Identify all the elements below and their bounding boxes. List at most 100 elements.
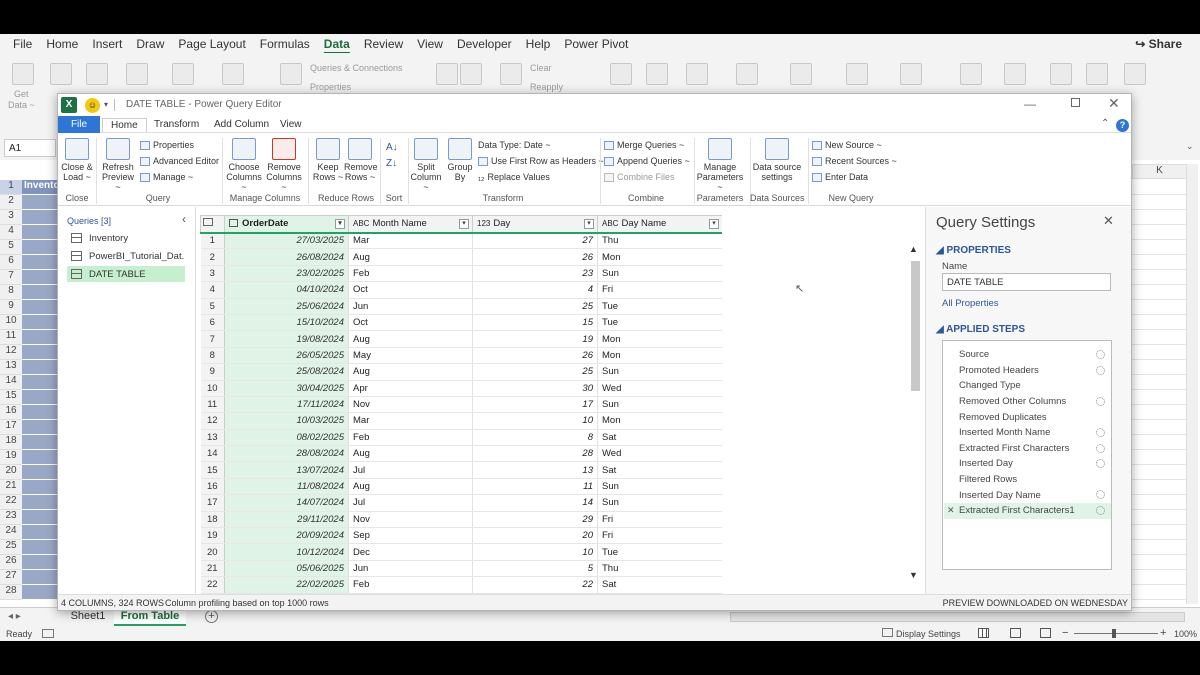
excel-menu-power-pivot[interactable]: Power Pivot	[557, 37, 635, 51]
order-date-cell[interactable]: 30/04/2025	[224, 380, 349, 397]
month-name-cell[interactable]: Sep	[348, 527, 473, 545]
table-row[interactable]: 10 30/04/2025 Apr 30 Wed	[200, 380, 722, 397]
page-break-view-icon[interactable]	[1040, 628, 1051, 638]
filter-dropdown-icon[interactable]: ▾	[584, 219, 594, 229]
table-row[interactable]: 18 29/11/2024 Nov 29 Fri	[200, 511, 722, 529]
zoom-out-icon[interactable]: −	[1062, 627, 1068, 639]
day-name-cell[interactable]: Fri	[597, 511, 722, 529]
append-queries-button[interactable]: Append Queries ~	[604, 156, 690, 166]
excel-cell-column-a[interactable]	[22, 210, 58, 225]
choose-columns-button[interactable]: Choose Columns ~	[224, 138, 264, 192]
order-date-cell[interactable]: 20/09/2024	[224, 527, 349, 545]
gear-icon[interactable]	[1096, 459, 1105, 469]
day-cell[interactable]: 30	[472, 380, 598, 397]
new-source-button[interactable]: New Source ~	[812, 140, 882, 150]
enter-data-button[interactable]: Enter Data	[812, 172, 868, 182]
excel-row-number[interactable]: 28	[0, 585, 22, 600]
delete-step-icon[interactable]: ✕	[947, 505, 955, 516]
collapse-ribbon-icon[interactable]: ⌃	[1101, 118, 1109, 129]
filter-icon[interactable]	[500, 63, 522, 85]
table-row[interactable]: 11 17/11/2024 Nov 17 Sun	[200, 396, 722, 414]
day-name-cell[interactable]: Fri	[597, 281, 722, 299]
excel-menu-formulas[interactable]: Formulas	[253, 37, 317, 51]
month-name-cell[interactable]: Mar	[348, 231, 473, 250]
day-cell[interactable]: 13	[472, 461, 598, 479]
month-name-cell[interactable]: Jul	[348, 461, 473, 479]
share-button[interactable]: ↪ Share	[1135, 37, 1182, 51]
excel-menu-help[interactable]: Help	[519, 37, 558, 51]
tab-view[interactable]: View	[272, 118, 310, 131]
order-date-cell[interactable]: 28/08/2024	[224, 445, 349, 463]
month-name-cell[interactable]: Aug	[348, 330, 473, 348]
order-date-cell[interactable]: 10/03/2025	[224, 412, 349, 430]
close-settings-icon[interactable]: ✕	[1103, 213, 1114, 229]
gear-icon[interactable]	[1096, 396, 1105, 406]
month-name-cell[interactable]: Mar	[348, 412, 473, 430]
remove-columns-button[interactable]: Remove Columns ~	[264, 138, 304, 192]
row-number[interactable]: 11	[200, 396, 225, 414]
month-name-cell[interactable]: Aug	[348, 363, 473, 381]
recent-sources-button[interactable]: Recent Sources ~	[812, 156, 897, 166]
advanced-editor-button[interactable]: Advanced Editor	[140, 156, 219, 166]
day-name-cell[interactable]: Thu	[597, 231, 722, 250]
sheet-nav-icon[interactable]: ◂ ▸	[8, 611, 21, 622]
applied-step[interactable]: Promoted Headers	[944, 363, 1111, 379]
excel-row-number[interactable]: 10	[0, 315, 22, 330]
table-row[interactable]: 16 11/08/2024 Aug 11 Sun	[200, 478, 722, 496]
page-layout-view-icon[interactable]	[1010, 628, 1021, 638]
excel-cell-column-a[interactable]	[22, 435, 58, 450]
remove-rows-button[interactable]: Remove Rows ~	[344, 138, 378, 182]
excel-row-number[interactable]: 13	[0, 360, 22, 375]
excel-menu-view[interactable]: View	[410, 37, 450, 51]
day-cell[interactable]: 14	[472, 494, 598, 512]
month-name-cell[interactable]: Nov	[348, 511, 473, 529]
excel-row-number[interactable]: 21	[0, 480, 22, 495]
month-name-cell[interactable]: Dec	[348, 543, 473, 561]
day-name-cell[interactable]: Mon	[597, 412, 722, 430]
excel-row-number[interactable]: 26	[0, 555, 22, 570]
order-date-cell[interactable]: 19/08/2024	[224, 330, 349, 348]
order-date-cell[interactable]: 26/05/2025	[224, 347, 349, 365]
day-name-cell[interactable]: Sat	[597, 576, 722, 594]
table-row[interactable]: 20 10/12/2024 Dec 10 Tue	[200, 543, 722, 561]
excel-cell-column-a[interactable]	[22, 330, 58, 345]
row-number[interactable]: 5	[200, 298, 225, 315]
order-date-cell[interactable]: 11/08/2024	[224, 478, 349, 496]
excel-cell-column-a[interactable]	[22, 465, 58, 480]
manage-button[interactable]: Manage ~	[140, 172, 193, 182]
excel-row-number[interactable]: 2	[0, 195, 22, 210]
excel-row-number[interactable]: 18	[0, 435, 22, 450]
table-row[interactable]: 5 25/06/2024 Jun 25 Tue	[200, 298, 722, 315]
excel-cell-column-a[interactable]	[22, 585, 58, 600]
sort-ascending-icon[interactable]: A↓	[386, 140, 398, 155]
row-number[interactable]: 3	[200, 265, 225, 283]
properties-ghost-label[interactable]: Properties	[310, 82, 351, 92]
refresh-preview-button[interactable]: Refresh Preview ~	[100, 138, 136, 192]
excel-cell-column-a[interactable]	[22, 495, 58, 510]
excel-horizontal-scrollbar[interactable]	[730, 612, 1185, 622]
applied-step[interactable]: Changed Type	[944, 378, 1111, 394]
excel-cell-column-a[interactable]	[22, 510, 58, 525]
month-name-cell[interactable]: Apr	[348, 380, 473, 397]
excel-cell-column-a[interactable]	[22, 420, 58, 435]
maximize-icon[interactable]	[1071, 98, 1080, 107]
excel-cell-column-a[interactable]	[22, 390, 58, 405]
applied-step[interactable]: Source	[944, 347, 1111, 363]
tab-add-column[interactable]: Add Column	[206, 118, 277, 131]
month-name-cell[interactable]: Jun	[348, 298, 473, 315]
column-k-cells[interactable]	[1132, 180, 1186, 605]
excel-row-number[interactable]: 16	[0, 405, 22, 420]
tab-home[interactable]: Home	[102, 118, 147, 132]
data-type-button[interactable]: Data Type: Date ~	[478, 140, 551, 150]
excel-cell-column-a[interactable]	[22, 225, 58, 240]
consolidate-icon[interactable]	[790, 63, 812, 85]
applied-step[interactable]: Inserted Day Name	[944, 487, 1111, 503]
applied-steps-section-header[interactable]: ◢ APPLIED STEPS	[936, 324, 1025, 335]
scroll-up-icon[interactable]: ▲	[909, 244, 918, 254]
gear-icon[interactable]	[1096, 443, 1105, 453]
excel-row-number[interactable]: 19	[0, 450, 22, 465]
excel-row-number[interactable]: 4	[0, 225, 22, 240]
combine-files-button[interactable]: Combine Files	[604, 172, 675, 182]
day-name-cell[interactable]: Sun	[597, 396, 722, 414]
help-icon[interactable]: ?	[1116, 119, 1129, 132]
